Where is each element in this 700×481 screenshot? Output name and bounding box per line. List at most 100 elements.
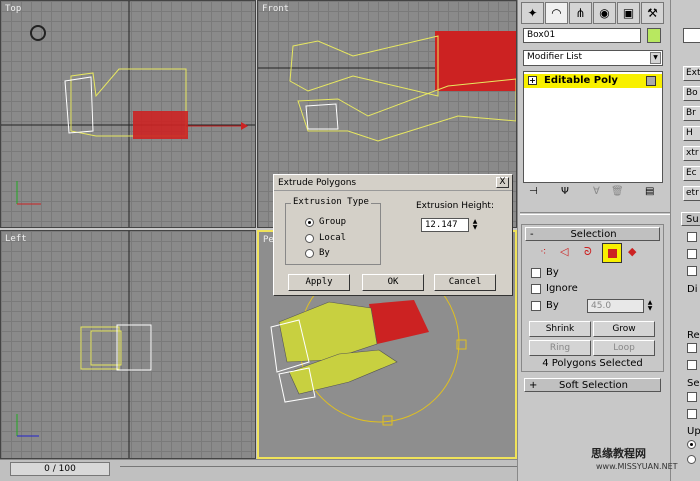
dialog-title: Extrude Polygons <box>278 178 357 188</box>
soft-selection-label: Soft Selection <box>559 380 628 391</box>
modifier-stack: + Editable Poly <box>523 71 663 183</box>
apply-button[interactable]: Apply <box>288 274 350 291</box>
make-unique-icon[interactable]: ∀ <box>593 186 600 197</box>
radio-group[interactable] <box>305 218 314 227</box>
expand-plus-icon[interactable]: + <box>528 76 537 85</box>
extrusion-type-group: Extrusion Type Group Local By <box>285 197 381 265</box>
extrusion-height-label: Extrusion Height: <box>416 201 494 211</box>
left-view-wireframe <box>16 231 152 458</box>
stack-item-editable-poly[interactable]: + Editable Poly <box>524 74 662 88</box>
display-label: Di <box>687 284 698 295</box>
bridge-button[interactable]: Br <box>683 106 700 121</box>
vertex-icon[interactable]: ⁖ <box>540 245 546 258</box>
extrude-along-spline-button[interactable]: xtr <box>683 146 700 161</box>
display-tab-icon[interactable]: ▣ <box>617 2 640 24</box>
loop-button[interactable]: Loop <box>593 340 655 356</box>
edge-icon[interactable]: ◁ <box>560 245 568 258</box>
secondary-checkbox-6[interactable] <box>687 392 697 402</box>
ignore-backfacing-checkbox[interactable] <box>531 284 541 294</box>
radio-by-polygon-label: By <box>319 248 330 258</box>
modifier-list-dropdown[interactable]: Modifier List ▼ <box>523 50 663 66</box>
ignore-backfacing-label: Ignore <box>546 283 578 294</box>
stack-item-label: Editable Poly <box>544 75 618 86</box>
pin-stack-icon[interactable]: ⊣ <box>529 186 538 197</box>
selection-header-label: Selection <box>570 229 617 240</box>
hierarchy-tab-icon[interactable]: ⋔ <box>569 2 592 24</box>
radio-local[interactable] <box>305 234 314 243</box>
selection-rollout-header[interactable]: - Selection <box>525 227 660 241</box>
divider <box>520 212 670 215</box>
subobject-icons: ⁖ ◁ ᘐ ◆ <box>538 243 648 263</box>
time-slider[interactable]: 0 / 100 <box>10 462 110 476</box>
top-view-wireframe <box>1 1 255 227</box>
stack-item-toggle-icon[interactable] <box>646 76 656 86</box>
close-icon[interactable]: X <box>496 177 509 188</box>
update-label: Up <box>687 426 700 437</box>
edit-triangulation-button[interactable]: Ec <box>683 166 700 181</box>
separate-label: Se <box>687 378 700 389</box>
modify-tab-icon[interactable]: ◠ <box>545 2 568 24</box>
selection-rollout: - Selection ⁖ ◁ ᘐ ◆ By Ignore By 45.0 ▲ ▼… <box>521 224 664 372</box>
border-icon[interactable]: ᘐ <box>584 245 592 259</box>
viewport-left[interactable]: Left <box>0 230 256 459</box>
dialog-title-bar[interactable]: Extrude Polygons X <box>274 175 512 191</box>
show-end-result-icon[interactable]: Ψ <box>561 186 569 197</box>
retriangulate-button[interactable]: etr <box>683 186 700 201</box>
cancel-button[interactable]: Cancel <box>434 274 496 291</box>
command-panel: ✦ ◠ ⋔ ◉ ▣ ⚒ Box01 Modifier List ▼ + Edit… <box>517 0 670 481</box>
chevron-down-icon: ▼ <box>650 52 661 64</box>
subdivision-rollout-header[interactable]: Su <box>681 212 700 226</box>
create-tab-icon[interactable]: ✦ <box>521 2 544 24</box>
hinge-button[interactable]: H <box>683 126 700 141</box>
extrusion-height-field[interactable]: 12.147 <box>421 218 469 232</box>
object-name-field[interactable]: Box01 <box>523 28 641 43</box>
watermark-text: 思缘教程网 <box>591 447 646 460</box>
selection-status: 4 Polygons Selected <box>542 358 643 369</box>
secondary-checkbox-3[interactable] <box>687 266 697 276</box>
polygon-icon[interactable] <box>602 243 622 263</box>
secondary-checkbox-5[interactable] <box>687 360 697 370</box>
secondary-checkbox-7[interactable] <box>687 409 697 419</box>
extrude-button[interactable]: Ext <box>683 66 700 81</box>
angle-spinner-field[interactable]: 45.0 <box>587 299 644 313</box>
height-spinner-arrows[interactable]: ▲ ▼ <box>471 219 479 231</box>
rotate-gizmo-icon <box>30 25 46 41</box>
secondary-radio-2[interactable] <box>687 455 696 464</box>
by-angle-label: By <box>546 300 559 311</box>
utilities-tab-icon[interactable]: ⚒ <box>641 2 664 24</box>
remove-modifier-icon[interactable]: 🗑 <box>611 186 624 197</box>
extrusion-type-title: Extrusion Type <box>291 197 371 207</box>
bevel-button[interactable]: Bo <box>683 86 700 101</box>
radio-group-label: Group <box>319 217 347 227</box>
watermark-url: www.MISSYUAN.NET <box>596 462 678 471</box>
radio-by-polygon[interactable] <box>305 249 314 258</box>
secondary-radio-1[interactable] <box>687 440 696 449</box>
object-color-swatch[interactable] <box>647 28 661 43</box>
by-vertex-checkbox[interactable] <box>531 268 541 278</box>
by-angle-checkbox[interactable] <box>531 301 541 311</box>
secondary-command-panel: Ext Bo Br H xtr Ec etr Su Di Re Se Up <box>670 0 700 481</box>
by-vertex-label: By <box>546 267 559 278</box>
shrink-button[interactable]: Shrink <box>529 321 591 337</box>
radio-local-label: Local <box>319 233 347 243</box>
secondary-checkbox-1[interactable] <box>687 232 697 242</box>
grow-button[interactable]: Grow <box>593 321 655 337</box>
secondary-checkbox-4[interactable] <box>687 343 697 353</box>
secondary-checkbox-2[interactable] <box>687 249 697 259</box>
modifier-list-label: Modifier List <box>527 52 582 62</box>
command-panel-tabs: ✦ ◠ ⋔ ◉ ▣ ⚒ <box>521 2 669 24</box>
motion-tab-icon[interactable]: ◉ <box>593 2 616 24</box>
viewport-top[interactable]: Top <box>0 0 256 228</box>
soft-selection-rollout-header[interactable]: + Soft Selection <box>524 378 661 392</box>
stack-toolbar: ⊣ Ψ ∀ 🗑 ▤ <box>523 186 663 202</box>
configure-sets-icon[interactable]: ▤ <box>645 186 654 197</box>
secondary-field[interactable] <box>683 28 700 43</box>
timeline-ticks <box>120 466 517 474</box>
angle-spinner-arrows[interactable]: ▲ ▼ <box>646 300 654 312</box>
ok-button[interactable]: OK <box>362 274 424 291</box>
timeline[interactable]: 0 / 100 <box>0 459 517 481</box>
ring-button[interactable]: Ring <box>529 340 591 356</box>
extrude-polygons-dialog: Extrude Polygons X Extrusion Type Group … <box>273 174 513 296</box>
render-label: Re <box>687 330 700 341</box>
element-icon[interactable]: ◆ <box>628 245 636 258</box>
